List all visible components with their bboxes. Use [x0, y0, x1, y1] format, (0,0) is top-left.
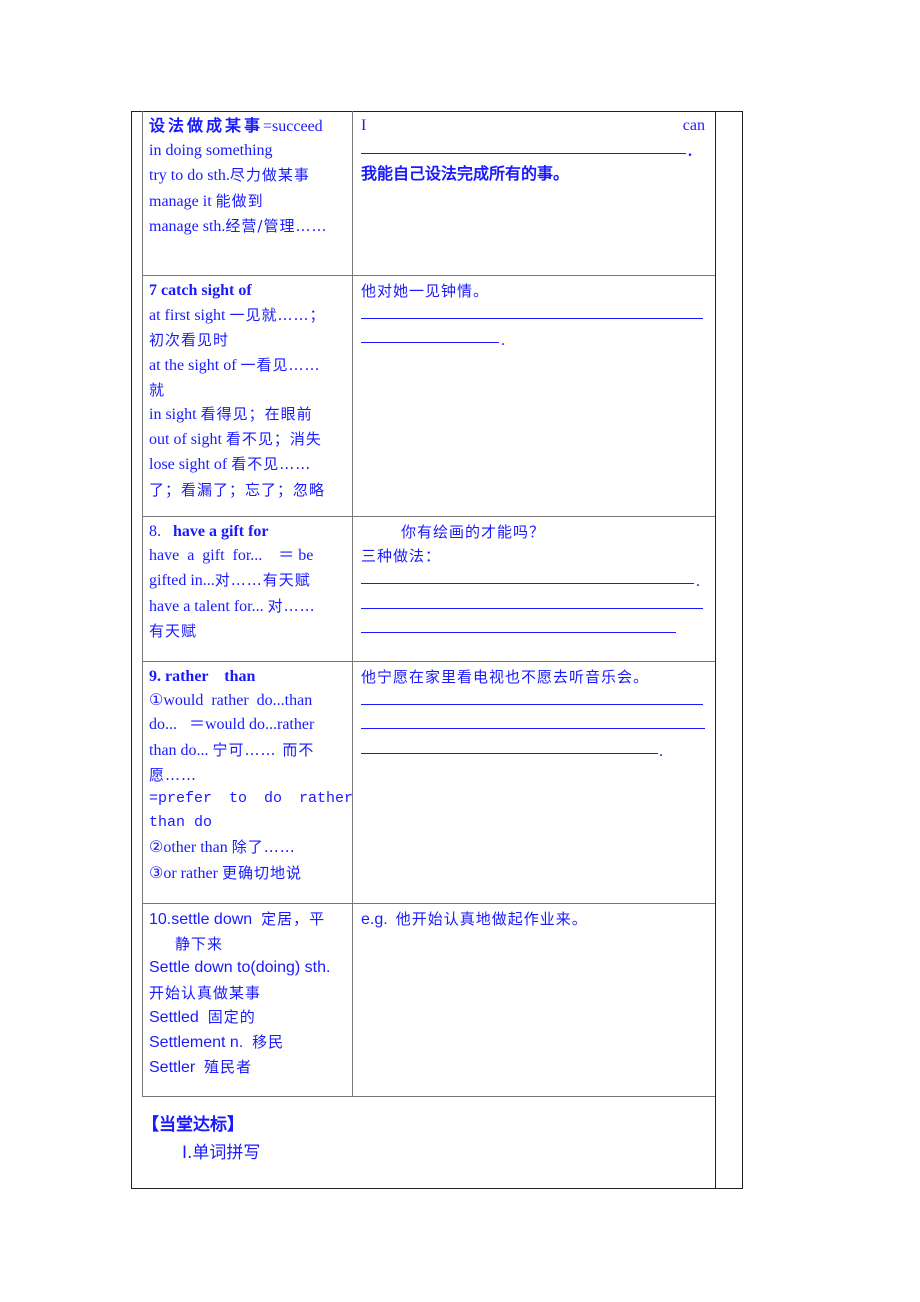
answer-blank[interactable] [361, 303, 705, 327]
sentence-word: can [682, 117, 705, 134]
phrase-zh: 一看见…… [240, 355, 321, 374]
translation-prompt: 他对她一见钟情。 [361, 282, 490, 300]
phrase-en: try to do sth. [149, 167, 230, 185]
phrase-zh: 愿…… [149, 765, 198, 784]
phrase-en: ③or rather [149, 864, 222, 882]
phrase-en: gifted in... [149, 572, 215, 590]
phrase-title-zh: 设法做成某事 [149, 116, 264, 135]
phrase-en: have a talent for... [149, 597, 268, 615]
answer-blank[interactable]: . [361, 738, 705, 762]
method-label: 三种做法： [361, 547, 442, 566]
phrase-zh: 看得见；在眼前 [200, 405, 313, 424]
phrase-title-en: =succeed [263, 118, 323, 135]
answer-blank[interactable]: . [361, 138, 705, 162]
phrase-zh: 更确切地说 [221, 863, 302, 882]
exercise-cell: 他对她一见钟情。 . [353, 276, 715, 516]
answer-blank[interactable] [361, 593, 705, 617]
section-title: 【当堂达标】 [142, 1115, 244, 1135]
phrase-zh: 能做到 [215, 191, 264, 210]
phrase-line: =prefer to do rather [149, 790, 354, 808]
right-column-divider [715, 111, 716, 1189]
practice-section: 【当堂达标】 Ⅰ.单词拼写 [142, 1110, 260, 1166]
exercise-cell: e.g. 他开始认真地做起作业来。 [353, 904, 715, 1096]
table-row: 8. have a gift for have a gift for... ＝ … [142, 517, 715, 662]
phrase-number: 8. [149, 523, 161, 540]
phrase-zh: 初次看见时 [149, 331, 230, 350]
phrase-line: do... ＝would do...rather [149, 716, 315, 734]
phrase-en: Settlement n. [149, 1034, 253, 1052]
exercise-cell: I can . 我能自己设法完成所有的事。 [353, 111, 715, 275]
phrase-zh: 看不见…… [231, 455, 312, 474]
phrase-zh: 就 [149, 380, 166, 399]
exercise-cell: 他宁愿在家里看电视也不愿去听音乐会。 . [353, 662, 715, 903]
table-row: 设法做成某事=succeed in doing something try to… [142, 111, 715, 276]
phrase-line: than do [149, 814, 213, 832]
phrase-title: 7 catch sight of [149, 282, 252, 299]
vocabulary-table: 设法做成某事=succeed in doing something try to… [142, 111, 715, 1097]
phrase-zh: 移民 [252, 1033, 285, 1052]
phrase-en: at the sight of [149, 356, 241, 374]
phrase-line: have a gift for... ＝ be [149, 547, 314, 565]
phrase-en: in sight [149, 406, 201, 424]
translation-text: 我能自己设法完成所有的事。 [361, 164, 570, 184]
translation-prompt: 他开始认真地做起作业来。 [395, 910, 588, 928]
phrase-en: 10.settle down [149, 911, 262, 928]
phrase-title: have a gift for [173, 523, 269, 540]
phrase-en: lose sight of [149, 456, 232, 474]
phrase-zh: 了；看漏了；忘了；忽略 [149, 480, 326, 499]
answer-blank[interactable]: . [361, 327, 705, 351]
phrase-zh: 固定的 [207, 1007, 256, 1026]
phrase-zh: 经营/管理…… [225, 216, 328, 235]
phrase-zh: 对…… [267, 596, 316, 615]
phrase-zh: 除了…… [231, 838, 296, 857]
phrase-en: Settler [149, 1059, 205, 1077]
phrase-zh: 殖民者 [204, 1058, 253, 1077]
sentence-word: I [361, 117, 367, 134]
phrase-cell: 8. have a gift for have a gift for... ＝ … [142, 517, 353, 661]
phrase-cell: 7 catch sight of at first sight 一见就……； 初… [142, 276, 353, 516]
subsection-title: Ⅰ.单词拼写 [182, 1143, 261, 1163]
answer-blank[interactable] [361, 617, 705, 641]
answer-blank[interactable]: . [361, 568, 705, 592]
answer-blank[interactable] [361, 713, 705, 737]
example-label: e.g. [361, 911, 388, 928]
table-row: 7 catch sight of at first sight 一见就……； 初… [142, 276, 715, 517]
phrase-zh: 有天赋 [149, 621, 198, 640]
phrase-zh: 看不见；消失 [225, 430, 322, 449]
phrase-en: Settled [149, 1008, 208, 1026]
phrase-en: out of sight [149, 431, 226, 449]
answer-blank[interactable] [361, 689, 705, 713]
phrase-zh: 定居，平 [261, 910, 326, 928]
table-row: 9. rather than ①would rather do...than d… [142, 662, 715, 904]
phrase-cell: 9. rather than ①would rather do...than d… [142, 662, 353, 903]
phrase-en: manage it [149, 192, 216, 210]
phrase-line: Settle down to(doing) sth. [149, 959, 331, 977]
phrase-cell: 设法做成某事=succeed in doing something try to… [142, 111, 353, 275]
exercise-cell: 你有绘画的才能吗？ 三种做法： . [353, 517, 715, 661]
phrase-zh: 一见就……； [229, 306, 326, 325]
phrase-cell: 10.settle down 定居，平 静下来 Settle down to(d… [142, 904, 353, 1096]
table-row: 10.settle down 定居，平 静下来 Settle down to(d… [142, 904, 715, 1097]
translation-prompt: 你有绘画的才能吗？ [401, 523, 546, 541]
phrase-line: ①would rather do...than [149, 692, 313, 710]
phrase-en: at first sight [149, 307, 230, 325]
phrase-title: 9. rather than [149, 668, 256, 685]
phrase-zh: 开始认真做某事 [149, 983, 262, 1002]
phrase-zh: 静下来 [175, 935, 224, 954]
phrase-en: manage sth. [149, 217, 226, 235]
phrase-line: in doing something [149, 142, 273, 160]
translation-prompt: 他宁愿在家里看电视也不愿去听音乐会。 [361, 668, 650, 686]
phrase-en: than do... [149, 741, 213, 759]
phrase-zh: 对……有天赋 [214, 571, 311, 590]
phrase-zh: 宁可…… 而不 [212, 740, 315, 759]
phrase-en: ②other than [149, 839, 232, 857]
phrase-zh: 尽力做某事 [229, 166, 310, 185]
